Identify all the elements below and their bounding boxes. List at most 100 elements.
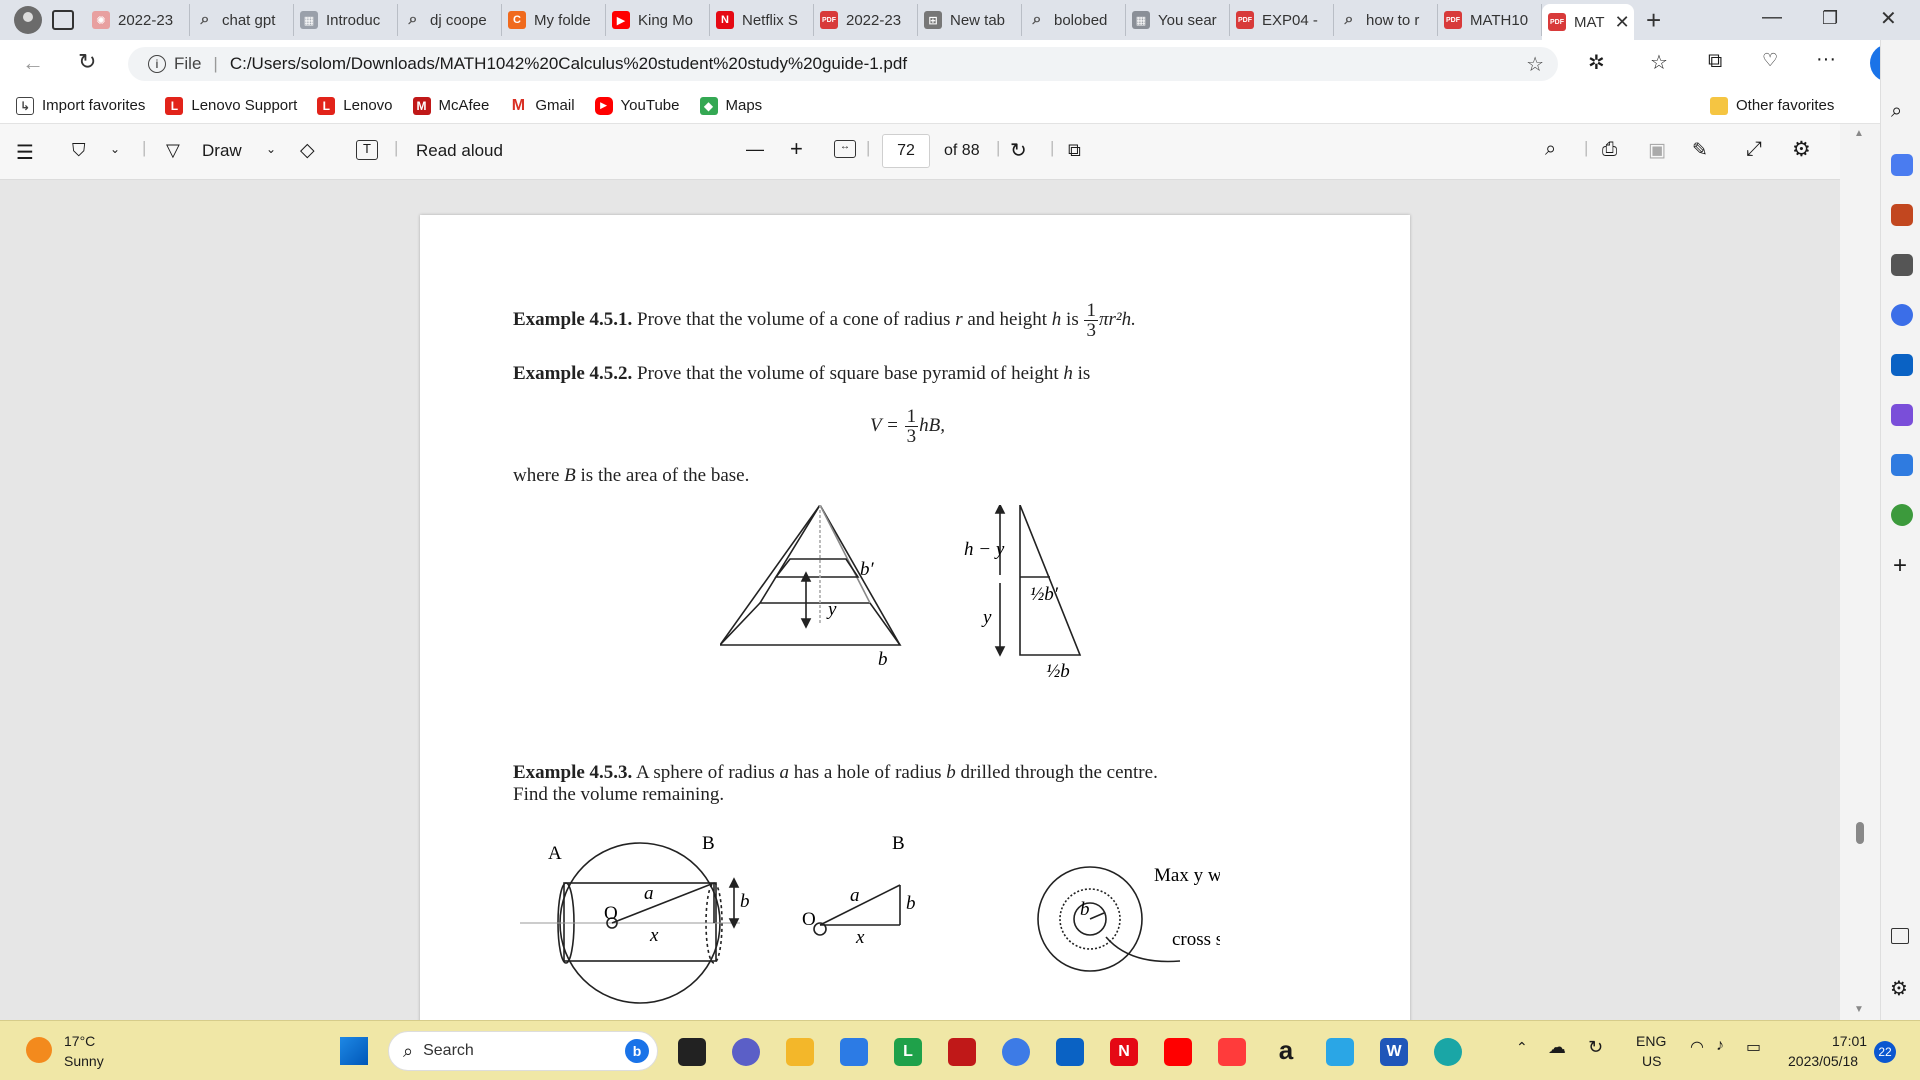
netflix-icon[interactable]: N	[1110, 1038, 1138, 1066]
designer-icon[interactable]	[1891, 404, 1913, 426]
tab-actions-icon[interactable]	[52, 10, 74, 30]
read-aloud-button[interactable]: Read aloud	[416, 141, 503, 161]
page-number-input[interactable]: 72	[882, 134, 930, 168]
tab-11[interactable]: PDF EXP04 -	[1230, 4, 1334, 36]
close-window-button[interactable]: ✕	[1880, 6, 1897, 31]
chevron-down-icon[interactable]: ⌄	[110, 142, 120, 156]
back-arrow-icon[interactable]: ←	[22, 50, 44, 76]
eraser-icon[interactable]: ◇	[300, 139, 315, 162]
fit-width-icon[interactable]: ↔	[834, 140, 856, 158]
favorites-icon[interactable]: ☆	[1650, 50, 1668, 75]
tab-5[interactable]: ▶ King Mo	[606, 4, 710, 36]
onedrive-icon[interactable]: ☁	[1548, 1037, 1566, 1058]
file-explorer-icon[interactable]	[786, 1038, 814, 1066]
tree-icon[interactable]	[1891, 504, 1913, 526]
tab-0[interactable]: ✺ 2022-23	[86, 4, 190, 36]
zoom-in-button[interactable]: +	[790, 136, 803, 162]
tab-3[interactable]: ⌕ dj coope	[398, 4, 502, 36]
tab-4[interactable]: C My folde	[502, 4, 606, 36]
battery-icon[interactable]: ▭	[1746, 1037, 1761, 1057]
refresh-icon[interactable]: ↻	[78, 49, 96, 75]
outlook-icon[interactable]	[1056, 1038, 1084, 1066]
edge-icon[interactable]	[1434, 1038, 1462, 1066]
profile-avatar[interactable]	[14, 6, 42, 34]
highlight-icon[interactable]: ⛉	[72, 140, 86, 161]
chevron-up-icon[interactable]: ⌃	[1516, 1039, 1528, 1056]
tab-6[interactable]: N Netflix S	[710, 4, 814, 36]
tab-1[interactable]: ⌕ chat gpt	[190, 4, 294, 36]
print-icon[interactable]: ⎙	[1602, 139, 1617, 161]
collections-icon[interactable]: ⧉	[1708, 50, 1722, 73]
tab-7[interactable]: PDF 2022-23	[814, 4, 918, 36]
shopping-bag-icon[interactable]	[1218, 1038, 1246, 1066]
outlook-icon[interactable]	[1891, 354, 1913, 376]
address-field[interactable]: i File | C:/Users/solom/Downloads/MATH10…	[128, 47, 1558, 81]
settings-icon[interactable]: ⚙	[1792, 137, 1811, 162]
tab-14[interactable]: PDF MAT ✕	[1542, 4, 1634, 40]
fav-lenovo[interactable]: L Lenovo	[317, 96, 393, 115]
search-icon[interactable]: ⌕	[1545, 138, 1556, 161]
amazon-icon[interactable]: a	[1272, 1037, 1300, 1066]
volume-icon[interactable]: ♪	[1716, 1037, 1724, 1055]
restore-button[interactable]: ❐	[1822, 8, 1838, 29]
page-view-icon[interactable]: ⧉	[1068, 140, 1081, 161]
copilot-icon[interactable]	[1002, 1038, 1030, 1066]
games-icon[interactable]	[1891, 254, 1913, 276]
add-favorite-icon[interactable]: ☆	[1526, 52, 1544, 77]
scroll-down-icon[interactable]: ▼	[1854, 1004, 1864, 1015]
minimize-button[interactable]: —	[1762, 6, 1782, 29]
draw-icon[interactable]: ▽	[166, 140, 180, 161]
extensions-icon[interactable]: ✲	[1588, 50, 1605, 75]
fav-youtube[interactable]: ▶ YouTube	[594, 96, 680, 115]
url-text[interactable]: C:/Users/solom/Downloads/MATH1042%20Calc…	[230, 54, 907, 74]
fullscreen-icon[interactable]: ⤢	[1746, 138, 1762, 161]
copilot-icon[interactable]	[1891, 304, 1913, 326]
browser-essentials-icon[interactable]: ♡	[1762, 50, 1778, 71]
tab-9[interactable]: ⌕ bolobed	[1022, 4, 1126, 36]
fav-mcafee[interactable]: M McAfee	[412, 96, 489, 115]
tab-12[interactable]: ⌕ how to r	[1334, 4, 1438, 36]
store-icon[interactable]	[840, 1038, 868, 1066]
notification-badge[interactable]: 22	[1874, 1041, 1896, 1063]
chevron-down-icon[interactable]: ⌄	[266, 142, 276, 156]
text-box-icon[interactable]: T	[356, 140, 378, 160]
weather-condition[interactable]: Sunny	[64, 1053, 104, 1069]
search-icon[interactable]: ⌕	[1891, 100, 1902, 123]
vertical-scrollbar[interactable]: ▲ ▼	[1840, 124, 1880, 1020]
start-icon[interactable]	[340, 1037, 368, 1065]
scroll-up-icon[interactable]: ▲	[1854, 128, 1864, 139]
fav-gmail[interactable]: M Gmail	[509, 97, 575, 115]
close-tab-icon[interactable]: ✕	[1615, 12, 1630, 33]
clock-date[interactable]: 2023/05/18	[1788, 1053, 1858, 1069]
fav-import[interactable]: ↳ Import favorites	[16, 96, 145, 115]
send-icon[interactable]	[1891, 454, 1913, 476]
save-icon[interactable]: ▣	[1648, 139, 1666, 162]
word-icon[interactable]: W	[1380, 1038, 1408, 1066]
more-menu-icon[interactable]: ···	[1816, 48, 1836, 71]
teams-icon[interactable]	[732, 1038, 760, 1066]
fav-maps[interactable]: ◆ Maps	[699, 96, 762, 115]
send-app-icon[interactable]	[1326, 1038, 1354, 1066]
shopping-icon[interactable]	[1891, 154, 1913, 176]
sidebar-toggle-icon[interactable]	[1891, 928, 1909, 944]
tab-13[interactable]: PDF MATH10	[1438, 4, 1542, 36]
language-top[interactable]: ENG	[1636, 1033, 1666, 1049]
language-bottom[interactable]: US	[1642, 1053, 1661, 1069]
tools-icon[interactable]	[1891, 204, 1913, 226]
tab-2[interactable]: ▦ Introduc	[294, 4, 398, 36]
info-icon[interactable]: i	[148, 55, 166, 73]
scroll-thumb[interactable]	[1856, 822, 1864, 844]
taskbar-search[interactable]: ⌕ Search b	[388, 1031, 658, 1071]
new-tab-button[interactable]: +	[1646, 5, 1661, 36]
sun-icon[interactable]	[26, 1037, 52, 1063]
zoom-out-button[interactable]: —	[746, 139, 764, 160]
tab-8[interactable]: ⊞ New tab	[918, 4, 1022, 36]
add-icon[interactable]: +	[1893, 552, 1907, 580]
weather-temp[interactable]: 17°C	[64, 1033, 95, 1049]
save-as-icon[interactable]: ✎	[1692, 139, 1708, 162]
settings-icon[interactable]: ⚙	[1890, 976, 1908, 1001]
contents-icon[interactable]: ☰	[16, 140, 34, 165]
fav-other[interactable]: Other favorites	[1710, 96, 1834, 115]
lenovo-vantage-icon[interactable]: L	[894, 1038, 922, 1066]
draw-button[interactable]: Draw	[202, 141, 242, 161]
